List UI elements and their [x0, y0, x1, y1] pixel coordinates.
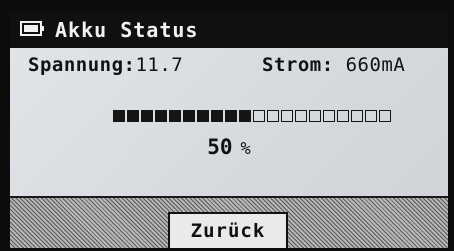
- battery-segment-filled: [169, 109, 181, 122]
- battery-icon: [20, 20, 45, 37]
- voltage-value: 11.7: [135, 54, 184, 76]
- battery-segment-empty: [267, 109, 279, 122]
- charge-percentage: 50%: [10, 135, 448, 159]
- battery-segment-filled: [211, 109, 223, 122]
- back-button[interactable]: Zurück: [168, 212, 288, 248]
- charge-unit: %: [240, 139, 251, 159]
- charge-value: 50: [207, 135, 233, 159]
- battery-segment-empty: [281, 109, 293, 122]
- battery-segment-empty: [365, 109, 377, 122]
- battery-segment-empty: [295, 109, 307, 122]
- lcd-screen: Akku Status Spannung:11.7 Strom: 660mA 5…: [10, 12, 448, 248]
- battery-segment-filled: [155, 109, 167, 122]
- battery-segment-filled: [239, 109, 251, 122]
- voltage-label: Spannung:: [28, 54, 136, 76]
- battery-segment-filled: [225, 109, 237, 122]
- page-title: Akku Status: [55, 18, 199, 42]
- battery-segment-filled: [197, 109, 209, 122]
- battery-segment-filled: [141, 109, 153, 122]
- battery-segment-empty: [379, 109, 391, 122]
- battery-segment-filled: [127, 109, 139, 122]
- current-label: Strom:: [262, 54, 334, 76]
- battery-segment-empty: [323, 109, 335, 122]
- current-value: 660mA: [345, 54, 406, 76]
- battery-segment-filled: [113, 109, 125, 122]
- battery-segment-empty: [351, 109, 363, 122]
- battery-level-bar: [113, 106, 391, 125]
- battery-segment-empty: [309, 109, 321, 122]
- battery-segment-filled: [183, 109, 195, 122]
- title-bar: Akku Status: [10, 12, 448, 48]
- battery-segment-empty: [253, 109, 265, 122]
- battery-segment-empty: [337, 109, 349, 122]
- current-readout: Strom: 660mA: [262, 54, 405, 76]
- voltage-readout: Spannung:11.7: [28, 54, 183, 76]
